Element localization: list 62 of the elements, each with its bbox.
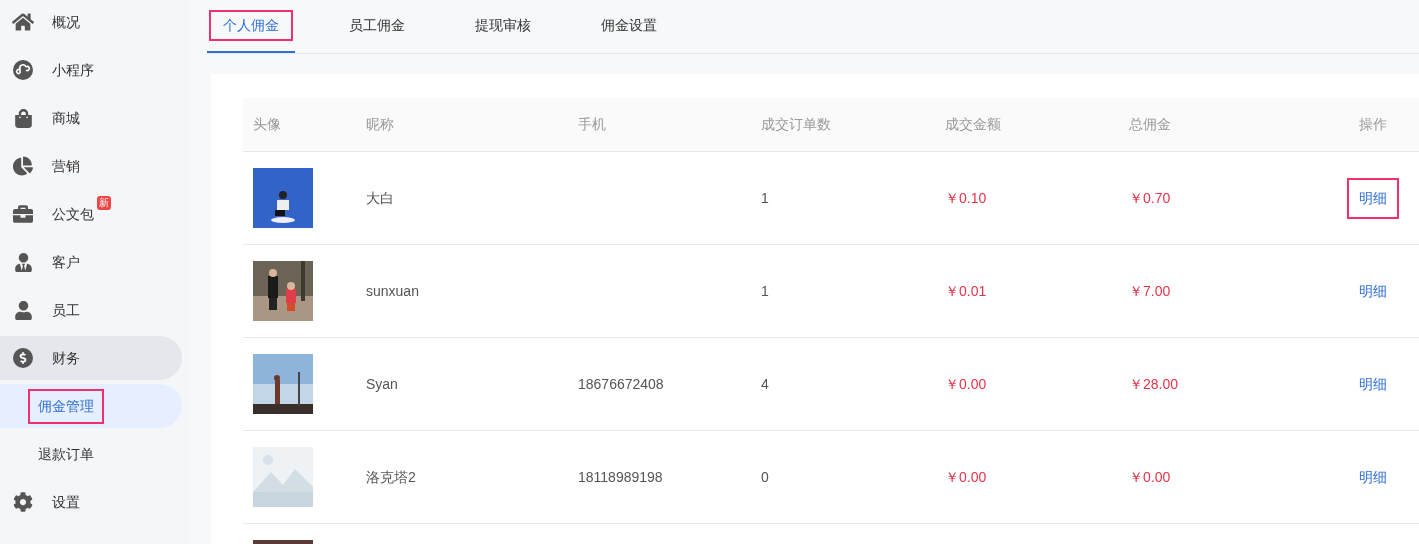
table-cell: 18118989198 <box>578 468 663 485</box>
sidebar-item[interactable]: 客户 <box>0 240 182 284</box>
table-cell: 0 <box>761 468 769 485</box>
bag-icon <box>13 108 33 128</box>
table-cell: 1 <box>761 282 769 299</box>
table-cell: sunxuan <box>366 282 419 299</box>
link-icon <box>13 60 33 80</box>
person-icon <box>13 252 33 272</box>
table-cell: ￥0.70 <box>1129 189 1171 206</box>
sidebar-item[interactable]: 公文包 新 <box>0 192 182 236</box>
detail-link[interactable]: 明细 <box>1347 363 1399 405</box>
sidebar-label: 营销 <box>52 156 80 176</box>
table-cell: ￥7.00 <box>1129 282 1171 299</box>
detail-link[interactable]: 明细 <box>1347 270 1399 312</box>
sidebar-label: 商城 <box>52 108 80 128</box>
column-header: 成交金额 <box>945 116 1001 132</box>
table-cell: ￥0.10 <box>945 189 987 206</box>
column-header: 成交订单数 <box>761 116 831 132</box>
table-cell: Syan <box>366 375 398 392</box>
sidebar-label: 员工 <box>52 300 80 320</box>
new-badge: 新 <box>97 195 111 210</box>
home-icon <box>12 11 34 33</box>
submenu-item[interactable]: 佣金管理 <box>28 388 104 424</box>
table-cell: 洛克塔2 <box>366 468 416 485</box>
table-cell: ￥0.00 <box>945 375 987 392</box>
column-header: 昵称 <box>366 116 394 132</box>
sidebar-item[interactable]: 营销 <box>0 144 182 188</box>
dollar-icon <box>13 348 33 368</box>
table-cell: ￥0.00 <box>1129 468 1171 485</box>
sidebar-item[interactable]: 商城 <box>0 96 182 140</box>
table-cell: 4 <box>761 375 769 392</box>
sidebar-label: 设置 <box>52 492 80 512</box>
table-cell: ￥0.01 <box>945 282 987 299</box>
table-cell: ￥28.00 <box>1129 375 1179 392</box>
column-header: 手机 <box>578 116 606 132</box>
table-cell: 18676672408 <box>578 375 664 392</box>
submenu-item[interactable]: 退款订单 <box>28 436 104 472</box>
tab[interactable]: 员工佣金 <box>335 9 419 41</box>
sidebar-item[interactable]: 小程序 <box>0 48 182 92</box>
sidebar-label: 客户 <box>52 252 80 272</box>
column-header: 头像 <box>253 116 281 132</box>
table-cell: 1 <box>761 189 769 206</box>
sidebar-item[interactable]: 概况 <box>0 0 182 44</box>
sidebar-item[interactable]: 财务 <box>0 336 182 380</box>
sidebar-item[interactable]: 设置 <box>0 480 182 524</box>
person-icon <box>13 300 33 320</box>
sidebar-item[interactable]: 员工 <box>0 288 182 332</box>
sidebar-label: 财务 <box>52 348 80 368</box>
pie-chart-icon <box>13 156 33 176</box>
column-header: 总佣金 <box>1129 116 1171 132</box>
briefcase-icon <box>13 204 33 224</box>
tab[interactable]: 佣金设置 <box>587 9 671 41</box>
settings-icon <box>13 492 33 512</box>
detail-link[interactable]: 明细 <box>1347 456 1399 498</box>
table-cell: 大白 <box>366 189 394 206</box>
sidebar-label: 概况 <box>52 12 80 32</box>
column-header: 操作 <box>1359 116 1387 132</box>
table-cell: ￥0.00 <box>945 468 987 485</box>
sidebar-label: 小程序 <box>52 60 94 80</box>
tab[interactable]: 个人佣金 <box>209 9 293 41</box>
tab[interactable]: 提现审核 <box>461 9 545 41</box>
detail-link[interactable]: 明细 <box>1347 177 1399 219</box>
